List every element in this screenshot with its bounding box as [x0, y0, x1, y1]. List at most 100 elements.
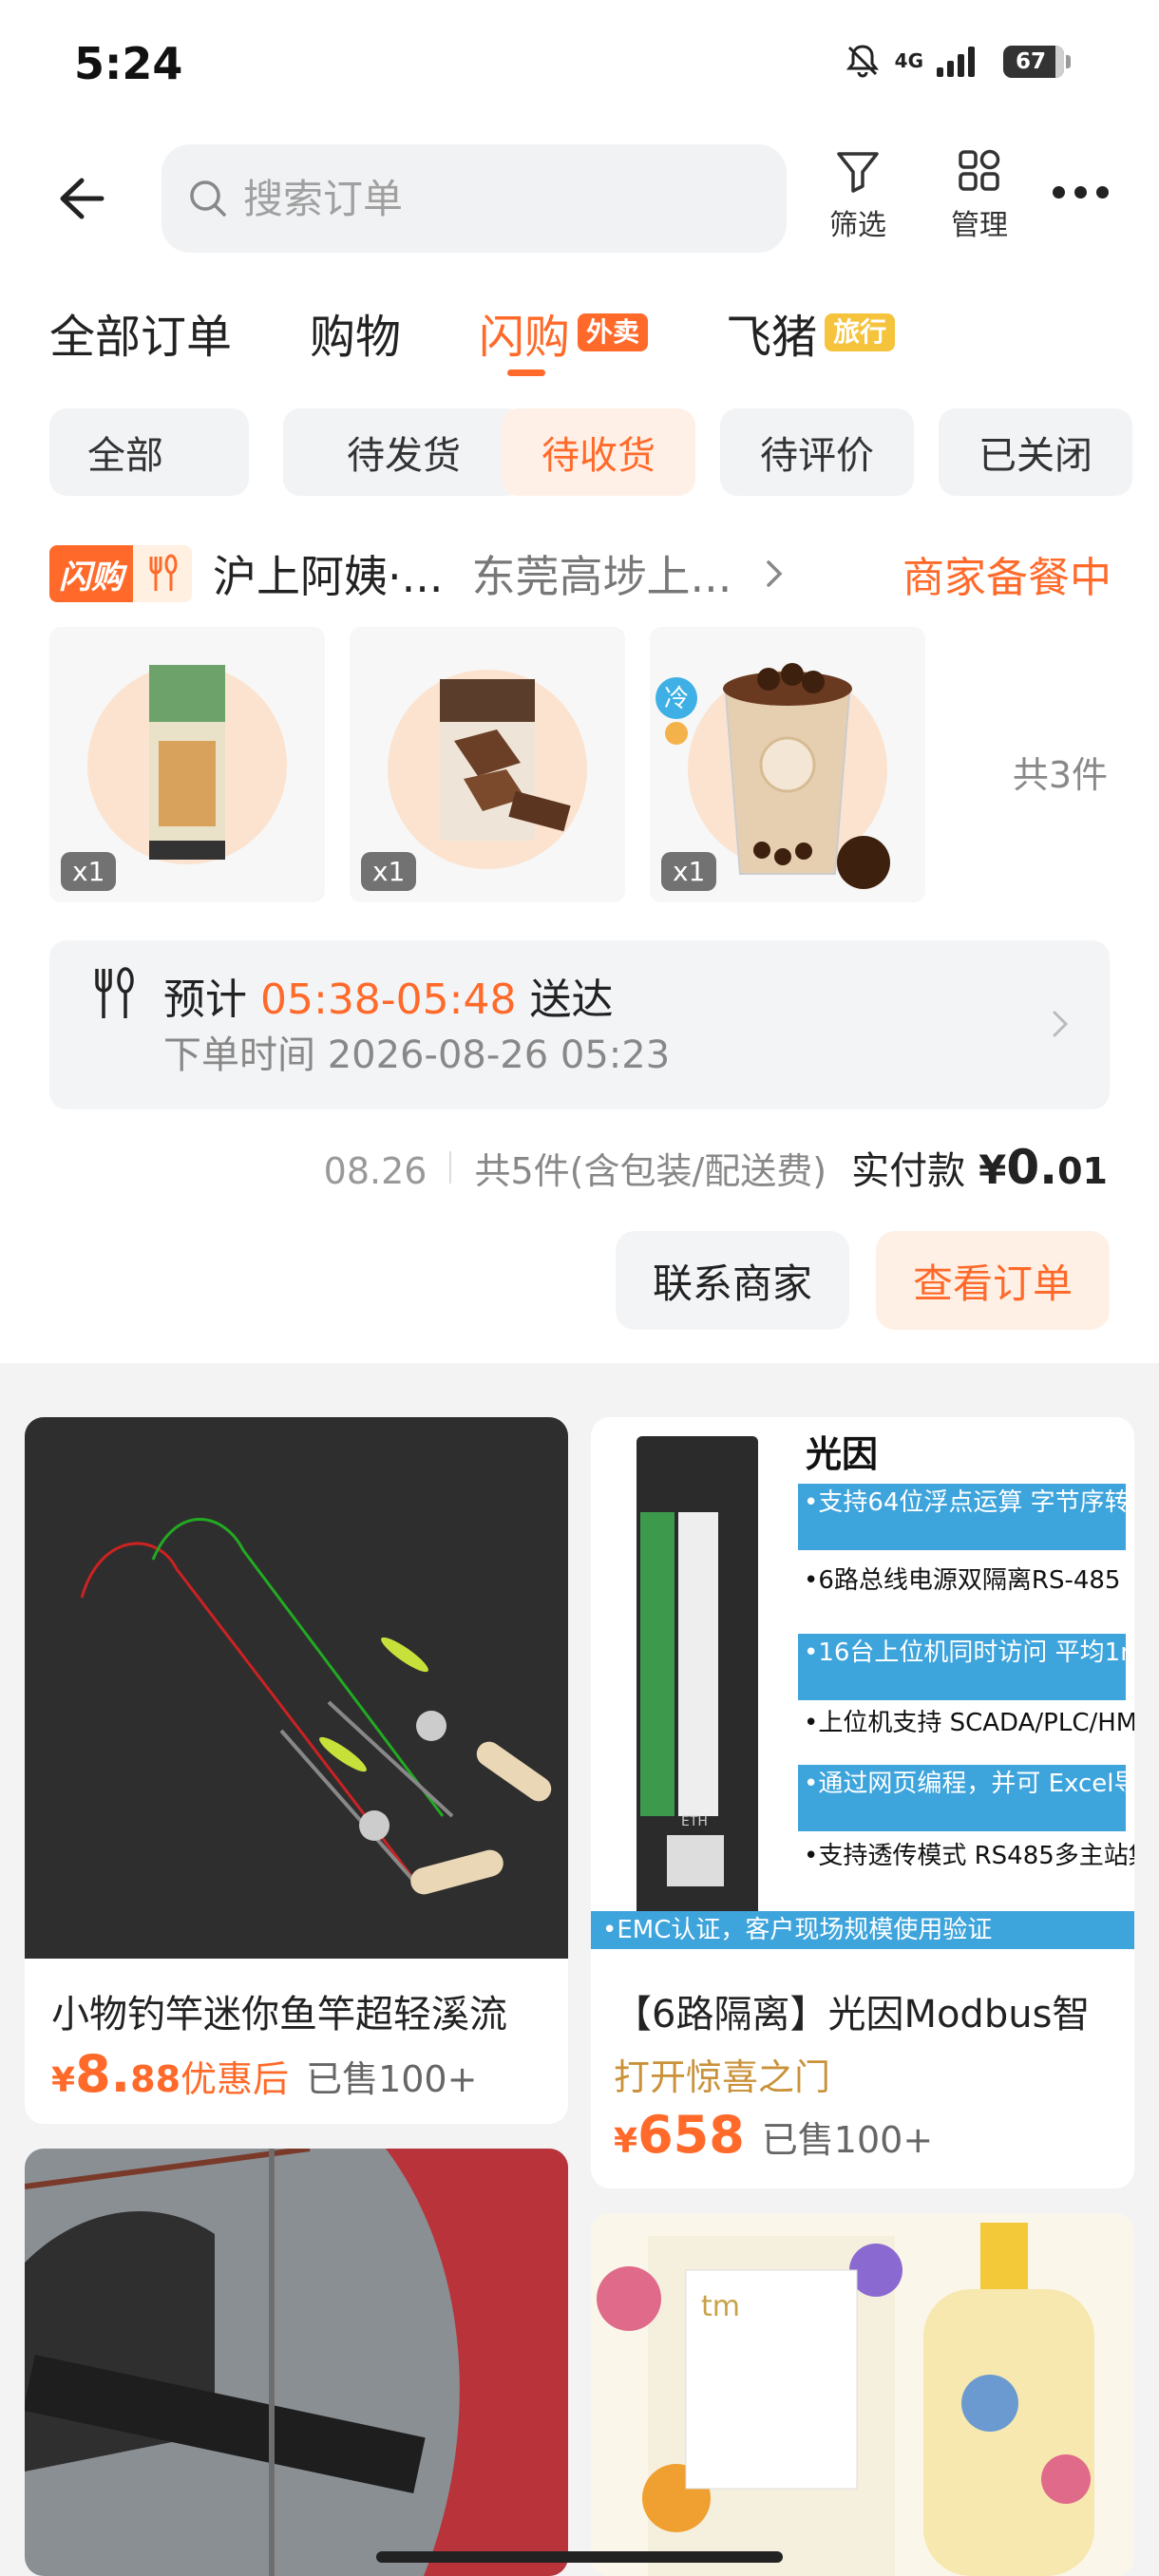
product-title: 【6路隔离】光因Modbus智: [614, 1993, 1091, 2036]
product-price: ¥ 8. 88 优惠后 已售100+: [51, 2044, 477, 2104]
tab-label: 购物: [310, 311, 402, 364]
flash-buy-logo: 闪购: [49, 545, 192, 602]
status-bar: 5:24 4G 67: [0, 0, 1159, 133]
manage-button[interactable]: 管理: [937, 146, 1022, 243]
battery-icon: 67: [988, 42, 1071, 80]
modbus-device-image: ETH 光因 •支持64位浮点运算 字节序转换等数学运算 •6路总线电源双隔离R…: [591, 1417, 1134, 1959]
back-arrow-icon[interactable]: [48, 167, 110, 230]
fork-spoon-icon: [149, 554, 178, 591]
eta-suffix: 送达: [529, 975, 614, 1024]
chevron-right-icon: [1053, 1011, 1069, 1037]
paid-label: 实付款: [851, 1149, 966, 1193]
network-type: 4G: [894, 49, 923, 72]
order-card-header[interactable]: 闪购 沪上阿姨·... 东莞高埗上... 商家备餐中: [49, 538, 1112, 610]
filter-to-review[interactable]: 待评价: [720, 408, 914, 496]
view-order-button[interactable]: 查看订单: [876, 1231, 1110, 1330]
image-feature: •6路总线电源双隔离RS-485: [804, 1566, 1120, 1595]
product-card-cleanser[interactable]: tm: [591, 2213, 1134, 2576]
manage-label: 管理: [951, 209, 1008, 242]
tab-fliggy[interactable]: 飞猪 旅行: [726, 299, 896, 366]
currency-symbol: ¥: [978, 1146, 1007, 1193]
filter-closed[interactable]: 已关闭: [939, 408, 1132, 496]
filter-chip-label: 待收货: [542, 434, 656, 478]
takeout-badge: 外卖: [578, 313, 649, 351]
order-tabs: 全部订单 购物 闪购 外卖 飞猪 旅行: [49, 294, 973, 376]
filter-to-ship[interactable]: 待发货: [283, 408, 524, 496]
product-title: 小物钓竿迷你鱼竿超轻溪流: [51, 1993, 507, 2036]
eta-time-range: 05:38-05:48: [260, 975, 517, 1024]
currency-symbol: ¥: [614, 2122, 638, 2161]
amount-decimal: 01: [1057, 1150, 1108, 1192]
filter-to-receive[interactable]: 待收货: [502, 408, 695, 496]
discount-tag: 优惠后: [180, 2058, 290, 2100]
shop-name: 沪上阿姨·...: [213, 551, 444, 602]
item-summary: 共5件(含包装/配送费): [474, 1150, 827, 1192]
filter-chip-label: 已关闭: [978, 434, 1092, 478]
order-placed-time: 下单时间 2026-08-26 05:23: [163, 1033, 671, 1077]
shop-branch: 东莞高埗上...: [471, 551, 732, 602]
order-date: 08.26: [323, 1150, 428, 1192]
filter-chip-label: 待评价: [760, 434, 874, 478]
cleanser-bottle-image: tm: [591, 2213, 1134, 2576]
divider: [449, 1151, 452, 1184]
contact-merchant-button[interactable]: 联系商家: [616, 1231, 849, 1330]
tab-label: 全部订单: [49, 311, 233, 364]
filter-chip-label: 全部: [87, 434, 163, 478]
eth-port-label: ETH: [681, 1814, 708, 1829]
filter-all[interactable]: 全部: [49, 408, 249, 496]
battery-level: 67: [1015, 49, 1046, 74]
amount-integer: 0.: [1006, 1140, 1058, 1195]
image-brand: 光因: [806, 1433, 878, 1475]
filter-chip-label: 待发货: [347, 434, 461, 478]
search-bar[interactable]: [162, 144, 787, 253]
funnel-icon: [837, 152, 879, 193]
delivery-eta-box[interactable]: 预计 05:38-05:48 送达 下单时间 2026-08-26 05:23: [49, 940, 1110, 1109]
flash-logo-text: 闪购: [49, 545, 133, 602]
bell-muted-icon: [846, 45, 879, 78]
order-summary: 08.26 共5件(含包装/配送费) 实付款 ¥ 0. 01: [324, 1140, 1108, 1195]
tab-flash-buy[interactable]: 闪购 外卖: [479, 299, 649, 376]
product-thumb-tofu[interactable]: x1: [49, 627, 325, 902]
tab-shopping[interactable]: 购物: [310, 299, 401, 366]
more-options-icon[interactable]: [1053, 186, 1109, 199]
tab-label: 闪购: [479, 311, 571, 364]
search-icon: [190, 180, 226, 217]
eta-prefix: 预计: [163, 975, 247, 1024]
currency-symbol: ¥: [51, 2061, 76, 2100]
search-input[interactable]: [243, 175, 718, 222]
order-status: 商家备餐中: [902, 554, 1112, 602]
item-count: 共3件: [1012, 754, 1108, 796]
item-quantity: x1: [661, 852, 717, 891]
filter-button[interactable]: 筛选: [815, 146, 901, 243]
product-subtitle: 打开惊喜之门: [614, 2056, 831, 2098]
grid-icon: [959, 149, 1000, 191]
image-footer: •EMC认证，客户现场规模使用验证: [602, 1916, 992, 1944]
image-feature: •支持64位浮点运算 字节序转换等数学运算: [804, 1488, 1134, 1517]
product-card-fishing-rod[interactable]: 小物钓竿迷你鱼竿超轻溪流 ¥ 8. 88 优惠后 已售100+: [25, 1417, 568, 2124]
product-price: ¥ 658 已售100+: [614, 2105, 933, 2165]
svg-text:冷: 冷: [664, 685, 689, 713]
price-integer: 658: [637, 2105, 745, 2165]
image-feature: •支持透传模式 RS485多主站集线器功能: [804, 1842, 1134, 1870]
fork-spoon-icon: [95, 967, 134, 1018]
conveyor-belt-image: [25, 2149, 568, 2576]
signal-icon: [937, 45, 975, 77]
product-thumb-wafer[interactable]: x1: [350, 627, 625, 902]
image-feature: •上位机支持 SCADA/PLC/HMI: [804, 1709, 1134, 1737]
travel-badge: 旅行: [825, 313, 896, 351]
home-indicator: [376, 2551, 783, 2563]
fishing-rod-image: [25, 1417, 568, 1959]
sold-count: 已售100+: [761, 2119, 934, 2161]
tab-all-orders[interactable]: 全部订单: [49, 299, 232, 366]
product-thumb-milk-tea[interactable]: 冷 x1: [650, 627, 925, 902]
status-time: 5:24: [74, 38, 183, 89]
chevron-right-icon: [767, 560, 783, 587]
image-feature: •16台上位机同时访问 平均1ms回复时间: [804, 1638, 1134, 1667]
tab-label: 飞猪: [726, 311, 818, 364]
product-card-conveyor[interactable]: [25, 2149, 568, 2576]
item-quantity: x1: [361, 852, 417, 891]
status-icons: 4G 67: [844, 42, 1071, 80]
product-card-modbus[interactable]: ETH 光因 •支持64位浮点运算 字节序转换等数学运算 •6路总线电源双隔离R…: [591, 1417, 1134, 2188]
image-brand: tm: [701, 2290, 740, 2323]
sold-count: 已售100+: [306, 2058, 478, 2100]
